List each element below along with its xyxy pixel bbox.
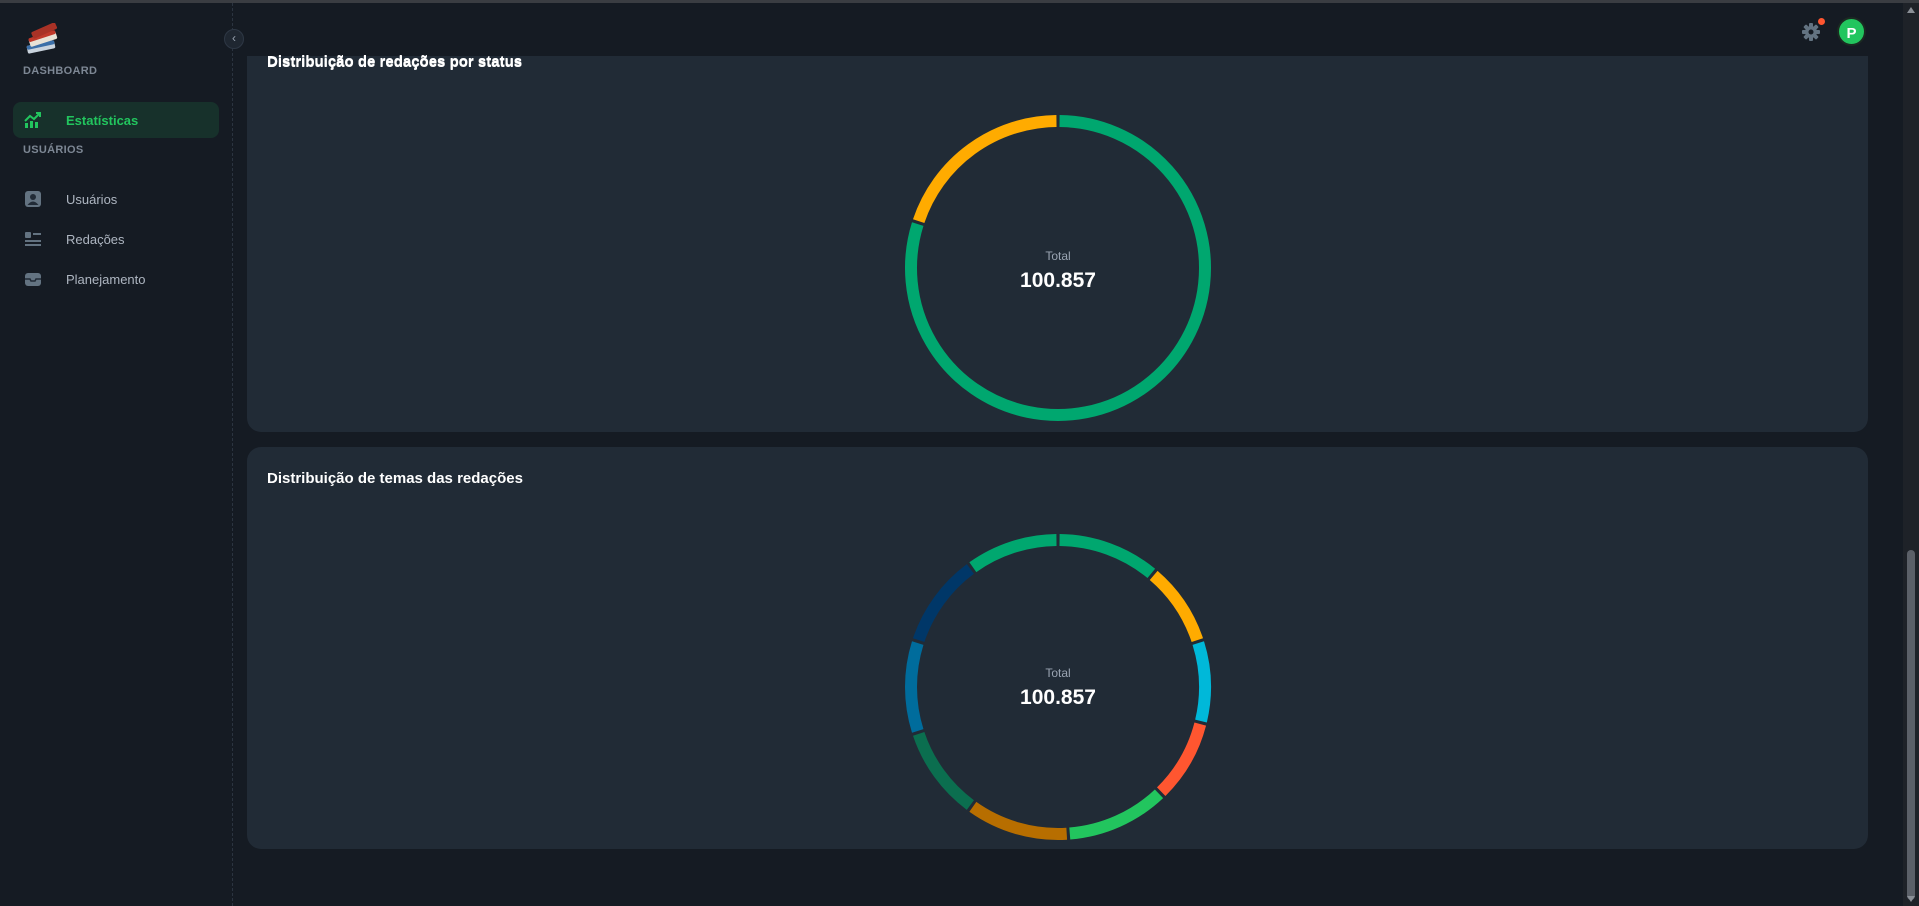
donut-slice-1[interactable]: [912, 115, 1057, 224]
sidebar-item-estatisticas[interactable]: Estatísticas: [13, 102, 219, 138]
donut-total-value: 100.857: [1020, 686, 1096, 709]
avatar[interactable]: P: [1837, 17, 1866, 46]
user-card-icon: [23, 189, 43, 209]
status-donut-chart: [905, 115, 1211, 421]
sidebar-item-label: Estatísticas: [66, 112, 139, 128]
donut-slice-0[interactable]: [1059, 534, 1156, 579]
donut-total-label: Total: [1045, 666, 1071, 680]
card-title: Distribuição de temas das redações: [267, 470, 523, 487]
sidebar-item-label: Usuários: [66, 191, 118, 207]
scroll-up-arrow-icon[interactable]: [1907, 7, 1915, 13]
status-distribution-card: Distribuição de redações por status Tota…: [247, 40, 1868, 432]
card-title-visible: Distribuição de redações por status: [267, 53, 523, 70]
page-scrollbar[interactable]: [1903, 3, 1919, 906]
donut-total-label: Total: [1045, 249, 1071, 263]
donut-slice-6[interactable]: [912, 731, 975, 810]
donut-slice-4[interactable]: [1069, 789, 1164, 840]
sidebar-item-redacoes[interactable]: Redações: [13, 221, 219, 257]
scroll-down-arrow-icon[interactable]: [1907, 896, 1915, 902]
donut-slice-2[interactable]: [1192, 641, 1211, 723]
donut-slice-8[interactable]: [912, 564, 975, 643]
donut-total-value: 100.857: [1020, 269, 1096, 292]
sidebar-item-label: Planejamento: [66, 271, 146, 287]
notification-dot: [1818, 18, 1825, 25]
header-actions: P: [0, 17, 1919, 49]
sidebar-item-planejamento[interactable]: Planejamento: [13, 261, 219, 297]
section-label-dashboard: DASHBOARD: [23, 65, 98, 77]
themes-distribution-card: Distribuição de temas das redações Total…: [247, 447, 1868, 849]
donut-slice-7[interactable]: [905, 641, 924, 733]
scrollbar-thumb[interactable]: [1907, 550, 1915, 900]
section-label-usuarios: USUÁRIOS: [23, 144, 84, 156]
window-top-border: [0, 0, 1919, 3]
donut-slice-1[interactable]: [1149, 570, 1204, 643]
collapse-sidebar-button[interactable]: ‹: [224, 29, 244, 49]
sidebar-item-label: Redações: [66, 231, 125, 247]
donut-slice-5[interactable]: [969, 801, 1068, 840]
document-list-icon: [23, 229, 43, 249]
donut-slice-3[interactable]: [1156, 722, 1207, 796]
donut-slice-9[interactable]: [969, 534, 1057, 573]
trending-up-icon: [23, 110, 43, 130]
inbox-icon: [23, 269, 43, 289]
chevron-left-icon: ‹: [232, 31, 236, 45]
sidebar: DASHBOARD Estatísticas USUÁRIOS Usuários: [0, 3, 233, 906]
sidebar-item-usuarios[interactable]: Usuários: [13, 181, 219, 217]
